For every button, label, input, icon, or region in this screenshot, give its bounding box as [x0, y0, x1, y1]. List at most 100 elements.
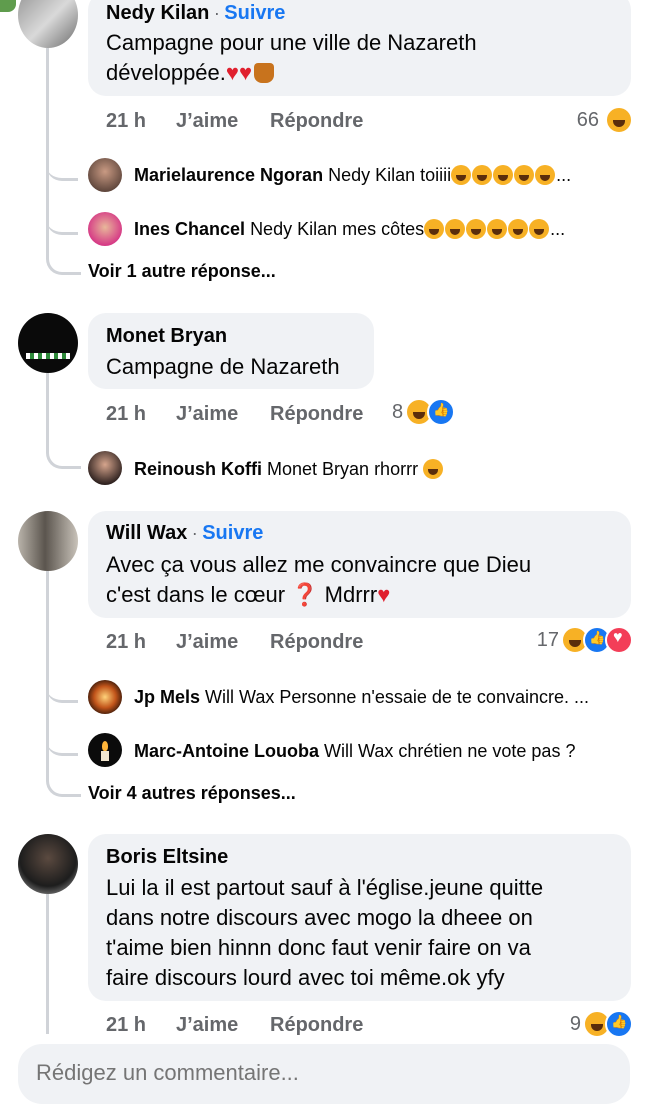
- comment-author[interactable]: Will Wax: [106, 522, 187, 544]
- joy-icon: [487, 219, 508, 239]
- view-more-replies-link[interactable]: Voir 1 autre réponse...: [88, 261, 276, 282]
- thread-line: [46, 894, 49, 1034]
- avatar-marielaurence-ngoran[interactable]: [88, 158, 122, 192]
- like-button[interactable]: J’aime: [176, 1014, 238, 1037]
- reply-preview[interactable]: Reinoush Koffi Monet Bryan rhorrr: [134, 459, 444, 480]
- rofl-icon: [493, 165, 514, 185]
- comment-input[interactable]: [18, 1044, 614, 1102]
- comment-text: Campagne pour une ville de Nazareth: [106, 30, 477, 55]
- reply-preview[interactable]: Marielaurence Ngoran Nedy Kilan toiiii..…: [134, 165, 571, 186]
- reaction-summary[interactable]: 9: [570, 1010, 633, 1038]
- comment-text: Lui la il est partout sauf à l'église.je…: [106, 875, 544, 900]
- rofl-icon: [514, 165, 535, 185]
- reply-preview[interactable]: Marc-Antoine Louoba Will Wax chrétien ne…: [134, 741, 575, 762]
- rofl-icon: [472, 165, 493, 185]
- thread-line: [46, 373, 49, 439]
- like-reaction-icon: [605, 1010, 633, 1038]
- thread-branch: [46, 236, 81, 275]
- avatar-marc-antoine-louoba[interactable]: [88, 733, 122, 767]
- joy-icon: [424, 219, 445, 239]
- comment-author[interactable]: Nedy Kilan: [106, 2, 209, 24]
- comment-bubble: Boris Eltsine Lui la il est partout sauf…: [88, 834, 631, 1001]
- broken-heart-icon: ♥: [377, 582, 391, 607]
- like-button[interactable]: J’aime: [176, 403, 238, 426]
- reply-text: Nedy Kilan mes côtes: [250, 219, 425, 239]
- comment-text: t'aime bien hinnn donc faut venir faire …: [106, 935, 531, 960]
- comment-bubble: Will Wax · Suivre Avec ça vous allez me …: [88, 511, 631, 618]
- reply-text: Will Wax Personne n'essaie de te convain…: [205, 687, 589, 707]
- reaction-count: 66: [576, 108, 599, 131]
- verified-badge-icon: [0, 0, 16, 12]
- like-button[interactable]: J’aime: [176, 110, 238, 133]
- reply-preview[interactable]: Jp Mels Will Wax Personne n'essaie de te…: [134, 687, 589, 708]
- comment-text: dans notre discours avec mogo la dheee o…: [106, 905, 533, 930]
- comment-time[interactable]: 21 h: [106, 631, 146, 654]
- reply-author[interactable]: Ines Chancel: [134, 219, 245, 239]
- thread-branch: [46, 434, 81, 469]
- avatar-will-wax[interactable]: [18, 511, 78, 571]
- honey-pot-icon: [254, 63, 275, 83]
- rofl-icon: [535, 165, 556, 185]
- reply-author[interactable]: Jp Mels: [134, 687, 200, 707]
- reply-text: Nedy Kilan toiiii: [328, 165, 452, 185]
- reply-button[interactable]: Répondre: [270, 1014, 363, 1037]
- avatar-jp-mels[interactable]: [88, 680, 122, 714]
- thread-branch: [46, 150, 78, 181]
- comment-text: c'est dans le cœur ❓ Mdrrr: [106, 582, 378, 607]
- thread-branch: [46, 758, 81, 797]
- joy-icon: [445, 219, 466, 239]
- comment-composer[interactable]: [18, 1044, 630, 1104]
- rofl-icon: [451, 165, 472, 185]
- reply-author[interactable]: Reinoush Koffi: [134, 459, 262, 479]
- separator: ·: [213, 3, 220, 23]
- reply-preview[interactable]: Ines Chancel Nedy Kilan mes côtes...: [134, 219, 565, 240]
- comment-author[interactable]: Boris Eltsine: [106, 846, 228, 869]
- comment-time[interactable]: 21 h: [106, 110, 146, 133]
- reply-button[interactable]: Répondre: [270, 110, 363, 133]
- reaction-summary[interactable]: 17: [537, 626, 633, 654]
- like-button[interactable]: J’aime: [176, 631, 238, 654]
- comment-text: Avec ça vous allez me convaincre que Die…: [106, 552, 532, 577]
- comment-text: faire discours lourd avec toi même.ok yf…: [106, 965, 505, 990]
- comment-time[interactable]: 21 h: [106, 403, 146, 426]
- reply-author[interactable]: Marc-Antoine Louoba: [134, 741, 319, 761]
- joy-icon: [466, 219, 487, 239]
- comment-bubble: Nedy Kilan · Suivre Campagne pour une vi…: [88, 0, 631, 96]
- reaction-count: 17: [536, 628, 559, 651]
- haha-reaction-icon: [605, 106, 633, 134]
- avatar-boris-eltsine[interactable]: [18, 834, 78, 894]
- reply-text: Will Wax chrétien ne vote pas ?: [324, 741, 576, 761]
- comment-text: Campagne de Nazareth: [106, 354, 340, 379]
- reply-button[interactable]: Répondre: [270, 631, 363, 654]
- reaction-summary[interactable]: 8: [392, 398, 456, 426]
- avatar-nedy-kilan[interactable]: [18, 0, 78, 48]
- joy-icon: [423, 459, 444, 479]
- avatar-ines-chancel[interactable]: [88, 212, 122, 246]
- ellipsis: ...: [550, 219, 566, 239]
- follow-button[interactable]: Suivre: [224, 2, 285, 24]
- follow-button[interactable]: Suivre: [202, 522, 263, 544]
- comment-author[interactable]: Monet Bryan: [106, 325, 227, 348]
- thread-branch: [46, 725, 78, 756]
- heart-icon: ♥♥: [225, 60, 253, 85]
- reply-text: Monet Bryan rhorrr: [267, 459, 419, 479]
- joy-icon: [529, 219, 550, 239]
- joy-icon: [508, 219, 529, 239]
- separator: ·: [191, 523, 198, 543]
- avatar-reinoush-koffi[interactable]: [88, 451, 122, 485]
- reply-author[interactable]: Marielaurence Ngoran: [134, 165, 323, 185]
- reaction-summary[interactable]: 66: [577, 106, 633, 134]
- ellipsis: ...: [556, 165, 572, 185]
- thread-branch: [46, 672, 78, 703]
- reaction-count: 8: [392, 400, 404, 423]
- reaction-count: 9: [569, 1012, 581, 1035]
- like-reaction-icon: [427, 398, 456, 426]
- view-more-replies-link[interactable]: Voir 4 autres réponses...: [88, 783, 296, 804]
- love-reaction-icon: [605, 626, 633, 654]
- thread-branch: [46, 204, 78, 235]
- comment-time[interactable]: 21 h: [106, 1014, 146, 1037]
- reply-button[interactable]: Répondre: [270, 403, 363, 426]
- comment-text: développée.: [106, 60, 226, 85]
- comment-bubble: Monet Bryan Campagne de Nazareth: [88, 313, 374, 389]
- avatar-monet-bryan[interactable]: [18, 313, 78, 373]
